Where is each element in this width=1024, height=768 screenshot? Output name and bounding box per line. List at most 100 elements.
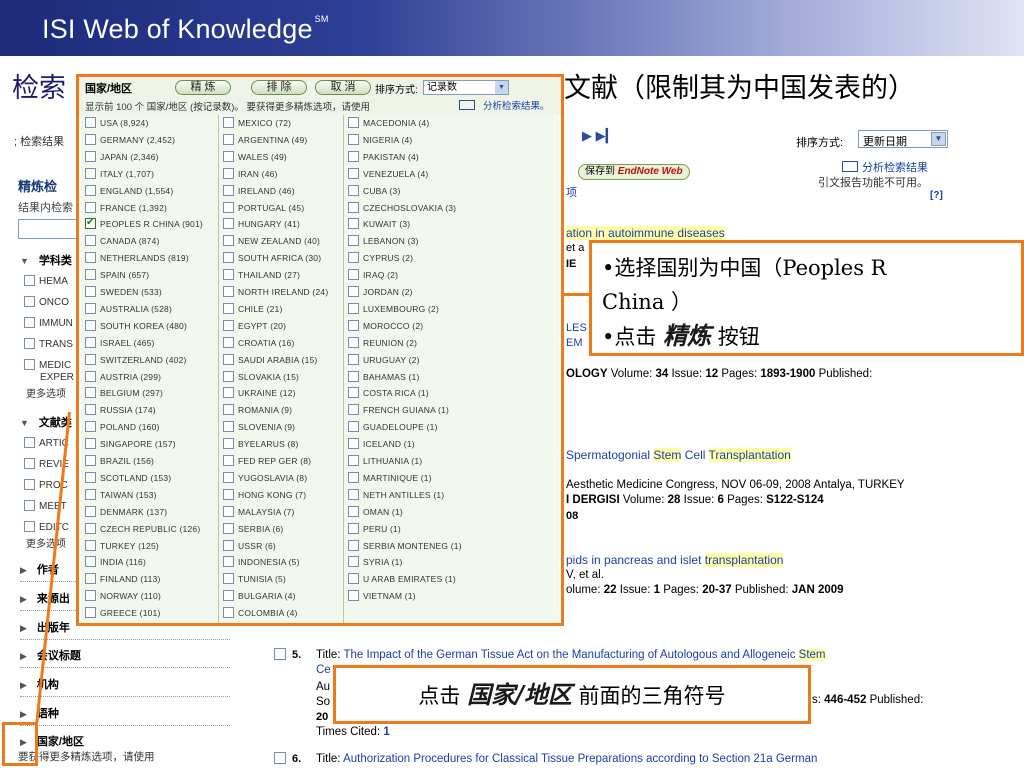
country-option[interactable]: IRAQ (2) bbox=[348, 269, 398, 286]
country-option[interactable]: MARTINIQUE (1) bbox=[348, 471, 432, 489]
checkbox[interactable] bbox=[348, 117, 359, 128]
country-option[interactable]: KUWAIT (3) bbox=[348, 218, 410, 235]
checkbox[interactable] bbox=[85, 573, 96, 585]
checkbox[interactable] bbox=[223, 269, 234, 281]
checkbox[interactable] bbox=[85, 150, 96, 162]
country-option[interactable]: BYELARUS (8) bbox=[223, 438, 299, 455]
more-options-link[interactable]: 更多选项 bbox=[26, 385, 66, 400]
checkbox[interactable] bbox=[348, 201, 359, 213]
checkbox[interactable] bbox=[223, 607, 234, 619]
country-option[interactable]: EGYPT (20) bbox=[223, 319, 286, 337]
country-option[interactable]: SYRIA (1) bbox=[348, 556, 403, 573]
country-option[interactable]: FRANCE (1,392) bbox=[85, 201, 167, 219]
country-option[interactable]: VIETNAM (1) bbox=[348, 590, 416, 607]
country-option[interactable]: INDONESIA (5) bbox=[223, 556, 300, 573]
country-option[interactable]: YUGOSLAVIA (8) bbox=[223, 471, 307, 489]
result-1-title[interactable]: ation in autoimmune diseases bbox=[566, 226, 725, 240]
checkbox[interactable] bbox=[223, 167, 234, 179]
checkbox[interactable] bbox=[85, 201, 96, 213]
section-doctype[interactable]: ▼ 文献类 bbox=[20, 414, 72, 430]
checkbox[interactable] bbox=[348, 387, 359, 399]
country-option[interactable]: ENGLAND (1,554) bbox=[85, 184, 173, 202]
country-option[interactable]: PAKISTAN (4) bbox=[348, 150, 419, 168]
save-to-endnote-button[interactable]: 保存到 EndNote Web bbox=[578, 164, 690, 180]
checkbox[interactable] bbox=[223, 184, 234, 196]
country-option[interactable]: NETH ANTILLES (1) bbox=[348, 488, 444, 506]
country-option[interactable]: BAHAMAS (1) bbox=[348, 370, 420, 388]
country-option[interactable]: NETHERLANDS (819) bbox=[85, 252, 189, 269]
checkbox[interactable] bbox=[223, 539, 234, 551]
checkbox[interactable] bbox=[348, 505, 359, 517]
checkbox[interactable] bbox=[223, 421, 234, 433]
checkbox[interactable] bbox=[85, 404, 96, 416]
checkbox[interactable] bbox=[223, 387, 234, 399]
checkbox[interactable] bbox=[85, 184, 96, 196]
checkbox[interactable] bbox=[85, 387, 96, 399]
checkbox[interactable] bbox=[348, 471, 359, 483]
checkbox[interactable] bbox=[223, 235, 234, 247]
exclude-button[interactable]: 排 除 bbox=[251, 80, 307, 95]
checkbox[interactable] bbox=[223, 556, 234, 568]
popup-analyze-link[interactable]: 分析检索结果。 bbox=[459, 98, 550, 112]
country-option[interactable]: CZECH REPUBLIC (126) bbox=[85, 522, 200, 540]
country-option[interactable]: PEOPLES R CHINA (901) bbox=[85, 217, 203, 235]
country-option[interactable]: SWITZERLAND (402) bbox=[85, 353, 187, 371]
country-option[interactable]: OMAN (1) bbox=[348, 505, 403, 523]
popup-sort-select[interactable]: 记录数 ▼ bbox=[423, 80, 509, 95]
country-option[interactable]: ARGENTINA (49) bbox=[223, 133, 307, 151]
country-option[interactable]: UKRAINE (12) bbox=[223, 387, 296, 404]
checkbox[interactable] bbox=[223, 455, 234, 466]
country-option[interactable]: DENMARK (137) bbox=[85, 505, 167, 523]
result-6-title[interactable]: Title: Authorization Procedures for Clas… bbox=[316, 753, 817, 765]
country-option[interactable]: SCOTLAND (153) bbox=[85, 471, 171, 489]
country-option[interactable]: SWEDEN (533) bbox=[85, 286, 162, 303]
checkbox[interactable] bbox=[85, 117, 96, 128]
country-option[interactable]: HONG KONG (7) bbox=[223, 488, 306, 506]
doctype-item[interactable]: ARTIC bbox=[24, 437, 69, 449]
result-6-checkbox[interactable] bbox=[274, 752, 286, 764]
checkbox[interactable] bbox=[85, 353, 96, 365]
country-option[interactable]: CYPRUS (2) bbox=[348, 252, 413, 269]
checkbox[interactable] bbox=[85, 590, 96, 602]
result-2-title[interactable]: Spermatogonial Stem Cell Transplantation bbox=[566, 448, 791, 462]
country-option[interactable]: WALES (49) bbox=[223, 150, 287, 168]
country-option[interactable]: SINGAPORE (157) bbox=[85, 438, 176, 455]
country-option[interactable]: RUSSIA (174) bbox=[85, 404, 156, 421]
checkbox[interactable] bbox=[223, 218, 234, 230]
country-option[interactable]: ROMANIA (9) bbox=[223, 404, 292, 421]
cancel-button[interactable]: 取 消 bbox=[315, 80, 371, 95]
checkbox[interactable] bbox=[85, 488, 96, 500]
country-option[interactable]: FED REP GER (8) bbox=[223, 455, 311, 472]
checkbox[interactable] bbox=[85, 319, 96, 331]
section-conference[interactable]: ▶ 会议标题 bbox=[20, 647, 81, 663]
country-option[interactable]: ISRAEL (465) bbox=[85, 336, 155, 354]
country-option[interactable]: GERMANY (2,452) bbox=[85, 133, 175, 151]
country-option[interactable]: IRELAND (46) bbox=[223, 184, 295, 202]
checkbox[interactable] bbox=[85, 539, 96, 551]
checkbox[interactable] bbox=[348, 218, 359, 230]
checkbox[interactable] bbox=[223, 522, 234, 534]
country-option[interactable]: SERBIA (6) bbox=[223, 522, 283, 540]
result-5-title[interactable]: Title: The Impact of the German Tissue A… bbox=[316, 649, 826, 661]
checkbox[interactable] bbox=[348, 404, 359, 416]
checkbox[interactable] bbox=[348, 573, 359, 585]
country-option[interactable]: JORDAN (2) bbox=[348, 286, 413, 303]
country-option[interactable]: FRENCH GUIANA (1) bbox=[348, 404, 449, 421]
country-option[interactable]: ICELAND (1) bbox=[348, 438, 415, 455]
checkbox[interactable] bbox=[223, 117, 234, 128]
checkbox[interactable] bbox=[348, 353, 359, 365]
country-option[interactable]: AUSTRALIA (528) bbox=[85, 302, 172, 320]
country-option[interactable]: FINLAND (113) bbox=[85, 573, 161, 590]
checkbox[interactable] bbox=[85, 235, 96, 247]
checkbox[interactable] bbox=[348, 319, 359, 331]
country-option[interactable]: MEXICO (72) bbox=[223, 117, 291, 134]
country-option[interactable]: BRAZIL (156) bbox=[85, 455, 154, 472]
country-option[interactable]: REUNION (2) bbox=[348, 336, 417, 354]
sort-select[interactable]: 更新日期 ▼ bbox=[858, 130, 948, 148]
checkbox[interactable] bbox=[223, 286, 234, 297]
checkbox[interactable] bbox=[85, 167, 96, 179]
country-option[interactable]: CANADA (874) bbox=[85, 235, 160, 252]
checkbox[interactable] bbox=[85, 438, 96, 450]
checkbox[interactable] bbox=[223, 353, 234, 365]
checkbox[interactable] bbox=[85, 302, 96, 314]
